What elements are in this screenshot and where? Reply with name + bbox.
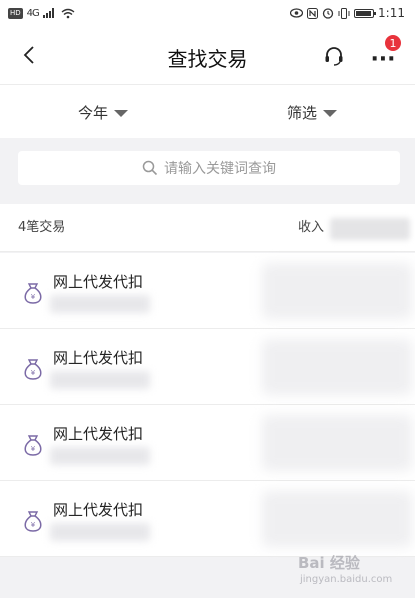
- header: 查找交易 ··· 1: [0, 26, 415, 84]
- status-time: 1:11: [378, 6, 405, 20]
- transaction-amount-redacted: [262, 339, 412, 395]
- screen-filter-dropdown[interactable]: 筛选: [287, 85, 338, 139]
- transaction-amount-redacted: [262, 415, 412, 471]
- screen-filter-label: 筛选: [287, 103, 318, 122]
- hd-badge: HD: [8, 7, 23, 19]
- headset-icon: [325, 47, 343, 66]
- summary-bar: 4笔交易 收入: [0, 204, 415, 252]
- chevron-left-icon: [23, 46, 34, 64]
- network-label: 4G: [26, 7, 40, 19]
- page-title: 查找交易: [167, 47, 248, 71]
- customer-service-button[interactable]: [318, 40, 350, 72]
- transaction-title: 网上代发代扣: [53, 349, 144, 367]
- bottom-empty-area: [0, 561, 415, 598]
- svg-text:¥: ¥: [31, 445, 36, 453]
- alarm-icon: [322, 8, 334, 19]
- transaction-title: 网上代发代扣: [53, 273, 144, 291]
- year-filter-dropdown[interactable]: 今年: [78, 85, 129, 139]
- svg-text:¥: ¥: [31, 293, 36, 301]
- svg-text:¥: ¥: [31, 521, 36, 529]
- caret-down-icon: [323, 109, 338, 117]
- money-bag-icon: ¥: [24, 359, 42, 380]
- transaction-row[interactable]: ¥ 网上代发代扣: [0, 329, 415, 405]
- transaction-row[interactable]: ¥ 网上代发代扣: [0, 405, 415, 481]
- notification-badge: 1: [385, 35, 401, 51]
- year-filter-label: 今年: [78, 103, 109, 122]
- caret-down-icon: [114, 109, 129, 117]
- transaction-list: ¥ 网上代发代扣 ¥ 网上代发代扣 ¥ 网上代发代扣 ¥ 网上代发代扣: [0, 253, 415, 557]
- more-dots-icon: ···: [370, 47, 396, 72]
- transaction-amount-redacted: [262, 263, 412, 319]
- status-right: 1:11: [290, 6, 405, 20]
- signal-icon: [42, 8, 54, 18]
- transaction-detail-redacted: [50, 447, 150, 465]
- income-label: 收入: [298, 220, 325, 235]
- money-bag-icon: ¥: [24, 435, 42, 456]
- svg-text:¥: ¥: [31, 369, 36, 377]
- search-placeholder: 请输入关键词查询: [164, 161, 276, 177]
- search-icon: [142, 160, 158, 176]
- transaction-row[interactable]: ¥ 网上代发代扣: [0, 481, 415, 557]
- search-input[interactable]: 请输入关键词查询: [18, 151, 400, 185]
- transaction-amount-redacted: [262, 491, 412, 547]
- transaction-detail-redacted: [50, 295, 150, 313]
- search-area: 请输入关键词查询: [0, 138, 415, 198]
- transaction-detail-redacted: [50, 371, 150, 389]
- income-amount-redacted: [330, 218, 410, 240]
- filter-bar: 今年 筛选: [0, 84, 415, 138]
- eye-icon: [290, 8, 304, 18]
- back-button[interactable]: [14, 38, 44, 72]
- status-left: HD 4G: [8, 7, 75, 19]
- transaction-title: 网上代发代扣: [53, 425, 144, 443]
- battery-icon: [354, 8, 377, 18]
- transaction-row[interactable]: ¥ 网上代发代扣: [0, 253, 415, 329]
- status-bar: HD 4G 1:11: [0, 0, 415, 26]
- vibrate-icon: [338, 7, 350, 19]
- transaction-title: 网上代发代扣: [53, 501, 144, 519]
- money-bag-icon: ¥: [24, 511, 42, 532]
- nfc-icon: [307, 7, 319, 19]
- money-bag-icon: ¥: [24, 283, 42, 304]
- wifi-icon: [61, 8, 75, 18]
- more-button[interactable]: ··· 1: [365, 35, 401, 72]
- transaction-detail-redacted: [50, 523, 150, 541]
- transaction-count: 4笔交易: [18, 220, 66, 235]
